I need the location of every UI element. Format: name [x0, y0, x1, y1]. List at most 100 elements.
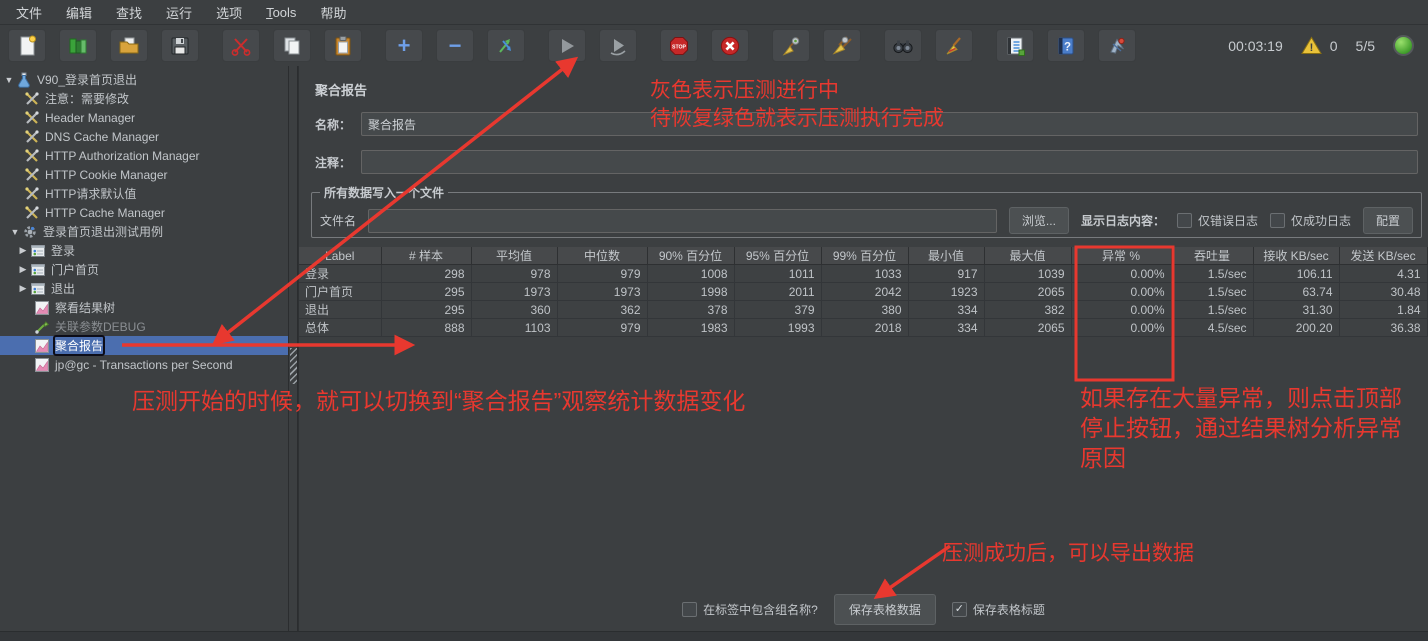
cell: 334	[908, 318, 985, 337]
menu-查找[interactable]: 查找	[104, 3, 154, 22]
tree-collapsed-arrow-icon[interactable]: ▶	[16, 283, 30, 294]
toolbar-clear-all-button[interactable]	[823, 29, 861, 62]
extractor-dropper-icon	[34, 319, 50, 335]
listener-chart-icon	[34, 338, 50, 354]
tree-item-label: 关联参数DEBUG	[55, 320, 146, 334]
toolbar-paste-button[interactable]	[324, 29, 362, 62]
cell: 0.00%	[1071, 282, 1172, 301]
tree-expanded-arrow-icon[interactable]: ▼	[2, 75, 16, 85]
toolbar-expand-all-button[interactable]: +	[385, 29, 423, 62]
cell: 378	[647, 300, 735, 319]
column-header-发送 KB/sec: 发送 KB/sec	[1339, 247, 1428, 265]
table-row-总体: 总体 888 1103 979 1983 1993 2018 334 2065 0.00% 4.5/…	[299, 318, 1428, 337]
menu-Tools[interactable]: Tools	[254, 5, 308, 20]
tree-item-V90_登录首页退出[interactable]: ▼ V90_登录首页退出	[0, 70, 288, 89]
toolbar-open-file-button[interactable]	[110, 29, 148, 62]
save-table-data-button[interactable]: 保存表格数据	[833, 594, 936, 625]
toolbar-copy-button[interactable]	[273, 29, 311, 62]
toolbar-search-button[interactable]	[884, 29, 922, 62]
tree-item-聚合报告[interactable]: 聚合报告	[0, 335, 288, 356]
cell: 4.5/sec	[1171, 318, 1254, 337]
include-group-name-checkbox[interactable]: 在标签中包含组名称?	[682, 601, 818, 618]
tree-item-门户首页[interactable]: ▶ 门户首页	[0, 260, 288, 279]
tree-expanded-arrow-icon[interactable]: ▼	[8, 227, 22, 237]
toolbar-toggle-button[interactable]	[487, 29, 525, 62]
toolbar-plugins-button[interactable]	[1098, 29, 1136, 62]
toolbar-save-button[interactable]	[161, 29, 199, 62]
cell: 1.84	[1339, 300, 1428, 319]
stop-icon: STOP	[668, 35, 690, 57]
tree-item-退出[interactable]: ▶ 退出	[0, 279, 288, 298]
cell: 30.48	[1339, 282, 1428, 301]
aggregate-table-wrap: Label # 样本 平均值 中位数 90% 百分位 95% 百分位 99% 百分位 最小值最…	[299, 247, 1428, 337]
toolbar-collapse-all-button[interactable]: −	[436, 29, 474, 62]
success-only-checkbox-box[interactable]	[1269, 213, 1285, 228]
tree-item-HTTP Cache Manager[interactable]: HTTP Cache Manager	[0, 203, 288, 222]
success-only-checkbox[interactable]: 仅成功日志	[1269, 212, 1351, 229]
elapsed-time: 00:03:19	[1228, 37, 1283, 54]
name-input[interactable]	[361, 112, 1418, 136]
tree-item-label: HTTP Authorization Manager	[45, 148, 200, 163]
browse-button[interactable]: 浏览...	[1008, 207, 1069, 234]
toolbar-search-reset-button[interactable]	[935, 29, 973, 62]
open-template-icon	[67, 35, 89, 57]
tree-item-jp@gc - Transactions per Second[interactable]: jp@gc - Transactions per Second	[0, 355, 288, 374]
toolbar-cut-button[interactable]	[222, 29, 260, 62]
errors-only-checkbox[interactable]: 仅错误日志	[1176, 212, 1258, 229]
toolbar-function-helper-button[interactable]	[996, 29, 1034, 62]
toolbar-start-button[interactable]	[548, 29, 586, 62]
save-table-header-checkbox-box[interactable]	[951, 602, 967, 617]
config-wrench-icon	[24, 205, 40, 221]
filename-input[interactable]	[368, 208, 997, 233]
menu-编辑[interactable]: 编辑	[54, 3, 104, 22]
toolbar-help-button[interactable]: ?	[1047, 29, 1085, 62]
toolbar-shutdown-button[interactable]	[711, 29, 749, 62]
aggregate-report-panel: 聚合报告 名称： 注释： 所有数据写入一个文件 文件名 浏览... 显示日志内容…	[298, 66, 1428, 632]
cell: 106.11	[1253, 264, 1340, 283]
column-header-最大值: 最大值	[984, 247, 1072, 265]
menu-选项[interactable]: 选项	[204, 3, 254, 22]
toolbar-stop-button[interactable]: STOP	[660, 29, 698, 62]
divider-grip-icon[interactable]	[290, 348, 297, 384]
tree-item-察看结果树[interactable]: 察看结果树	[0, 298, 288, 317]
error-warning-indicator[interactable]: ! 0	[1300, 36, 1338, 55]
tree-item-注意：需要修改[interactable]: 注意：需要修改	[0, 89, 288, 108]
menu-帮助[interactable]: 帮助	[308, 3, 358, 22]
toolbar-clear-button[interactable]	[772, 29, 810, 62]
comment-input[interactable]	[361, 150, 1418, 174]
toolbar-start-no-pauses-button[interactable]	[599, 29, 637, 62]
menu-运行[interactable]: 运行	[154, 3, 204, 22]
tree-item-关联参数DEBUG[interactable]: 关联参数DEBUG	[0, 317, 288, 336]
comment-row: 注释：	[315, 150, 1418, 174]
tree-collapsed-arrow-icon[interactable]: ▶	[16, 245, 30, 256]
cell: 362	[557, 300, 648, 319]
tree-item-HTTP请求默认值[interactable]: HTTP请求默认值	[0, 184, 288, 203]
test-plan-icon	[16, 72, 32, 88]
column-header-平均值: 平均值	[471, 247, 558, 265]
cell: 2065	[984, 282, 1072, 301]
tree-item-label: 登录	[51, 244, 76, 258]
tree-item-HTTP Authorization Manager[interactable]: HTTP Authorization Manager	[0, 146, 288, 165]
configure-button[interactable]: 配置	[1362, 207, 1413, 234]
cell: 1998	[647, 282, 735, 301]
comment-label: 注释：	[315, 155, 352, 170]
cell: 63.74	[1253, 282, 1340, 301]
save-table-header-checkbox[interactable]: 保存表格标题	[951, 601, 1045, 618]
toolbar-new-file-button[interactable]	[8, 29, 46, 62]
table-footer-controls: 在标签中包含组名称? 保存表格数据 保存表格标题	[299, 594, 1428, 625]
shutdown-icon	[719, 35, 741, 57]
cell: 379	[734, 300, 822, 319]
tree-item-登录[interactable]: ▶ 登录	[0, 241, 288, 260]
tree-item-DNS Cache Manager[interactable]: DNS Cache Manager	[0, 127, 288, 146]
errors-only-checkbox-box[interactable]	[1176, 213, 1192, 228]
column-header-Label: Label	[299, 247, 382, 265]
tree-item-Header Manager[interactable]: Header Manager	[0, 108, 288, 127]
menu-文件[interactable]: 文件	[4, 3, 54, 22]
tree-collapsed-arrow-icon[interactable]: ▶	[16, 264, 30, 275]
split-divider[interactable]	[288, 66, 298, 632]
tree-item-HTTP Cookie Manager[interactable]: HTTP Cookie Manager	[0, 165, 288, 184]
include-group-name-checkbox-box[interactable]	[682, 602, 698, 617]
config-wrench-icon	[24, 91, 40, 107]
toolbar-open-template-button[interactable]	[59, 29, 97, 62]
tree-item-登录首页退出测试用例[interactable]: ▼ 登录首页退出测试用例	[0, 222, 288, 241]
